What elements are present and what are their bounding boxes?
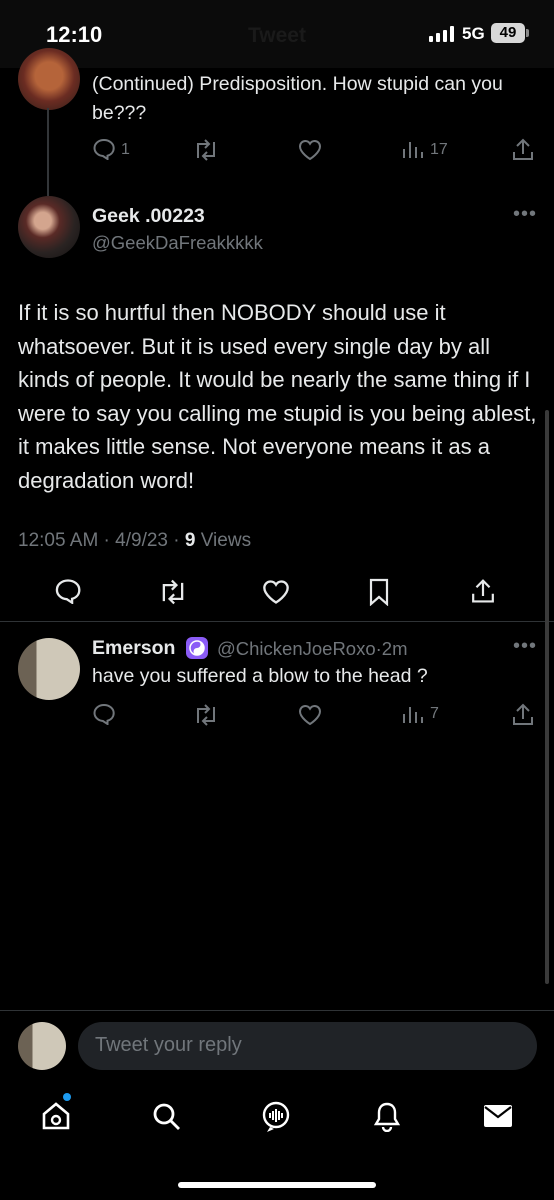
notifications-icon[interactable] <box>371 1100 403 1137</box>
battery-icon: 49 <box>491 23 525 43</box>
more-options-icon[interactable]: ••• <box>513 203 537 226</box>
main-handle[interactable]: @GeekDaFreakkkkk <box>92 232 263 254</box>
retweet-icon[interactable] <box>192 704 220 726</box>
status-time: 12:10 <box>46 22 103 47</box>
views-number: 9 <box>184 530 196 551</box>
parent-tweet-text: (Continued) Predisposition. How stupid c… <box>92 73 503 124</box>
divider <box>0 1010 554 1011</box>
reply-display-name[interactable]: Emerson <box>92 637 175 660</box>
spaces-icon[interactable] <box>260 1100 292 1139</box>
thread-line <box>47 108 49 196</box>
retweet-icon[interactable] <box>157 579 189 605</box>
reply-icon[interactable] <box>54 578 82 604</box>
parent-reply-count: 1 <box>121 141 130 158</box>
reply-views-count: 7 <box>430 705 439 722</box>
reply-handle[interactable]: @ChickenJoeRoxo·2m <box>217 638 408 660</box>
more-options-icon[interactable]: ••• <box>513 635 537 658</box>
parent-views-count: 17 <box>430 141 448 158</box>
search-icon[interactable] <box>150 1100 182 1137</box>
bookmark-icon[interactable] <box>368 578 390 606</box>
share-icon[interactable] <box>512 137 534 161</box>
home-icon[interactable] <box>40 1100 72 1137</box>
tweet-timestamp: 12:05 AM · 4/9/23 · <box>18 530 185 551</box>
reply-icon[interactable] <box>92 703 116 725</box>
reply-time: ·2m <box>375 638 408 659</box>
views-label: Views <box>195 530 252 551</box>
main-avatar[interactable] <box>18 196 80 258</box>
composer-avatar[interactable] <box>18 1022 66 1070</box>
reply-tweet-text: have you suffered a blow to the head ? <box>92 665 428 687</box>
reply-handle-text: @ChickenJoeRoxo <box>217 638 376 659</box>
tweet-meta: 12:05 AM · 4/9/23 · 9 Views <box>18 530 251 552</box>
scrollbar[interactable] <box>545 410 549 984</box>
messages-icon[interactable] <box>482 1100 514 1137</box>
retweet-icon[interactable] <box>192 139 220 161</box>
parent-avatar[interactable] <box>18 48 80 110</box>
notification-dot <box>63 1093 71 1101</box>
share-icon[interactable] <box>512 702 534 726</box>
views-icon[interactable] <box>402 139 424 159</box>
reply-icon[interactable] <box>92 138 116 160</box>
home-indicator[interactable] <box>178 1182 376 1188</box>
yin-yang-icon <box>186 637 208 659</box>
views-icon[interactable] <box>402 704 424 724</box>
divider <box>0 621 554 622</box>
reply-avatar[interactable] <box>18 638 80 700</box>
main-tweet-text: If it is so hurtful then NOBODY should u… <box>18 300 537 493</box>
battery-tip <box>526 29 529 37</box>
network-label: 5G <box>462 24 485 43</box>
status-bar: Tweet 12:10 5G 49 <box>0 0 554 68</box>
like-icon[interactable] <box>262 579 290 605</box>
signal-icon <box>429 26 455 42</box>
like-icon[interactable] <box>298 704 322 726</box>
main-display-name[interactable]: Geek .00223 <box>92 205 205 228</box>
reply-input[interactable]: Tweet your reply <box>78 1022 537 1070</box>
like-icon[interactable] <box>298 139 322 161</box>
share-icon[interactable] <box>471 577 495 604</box>
